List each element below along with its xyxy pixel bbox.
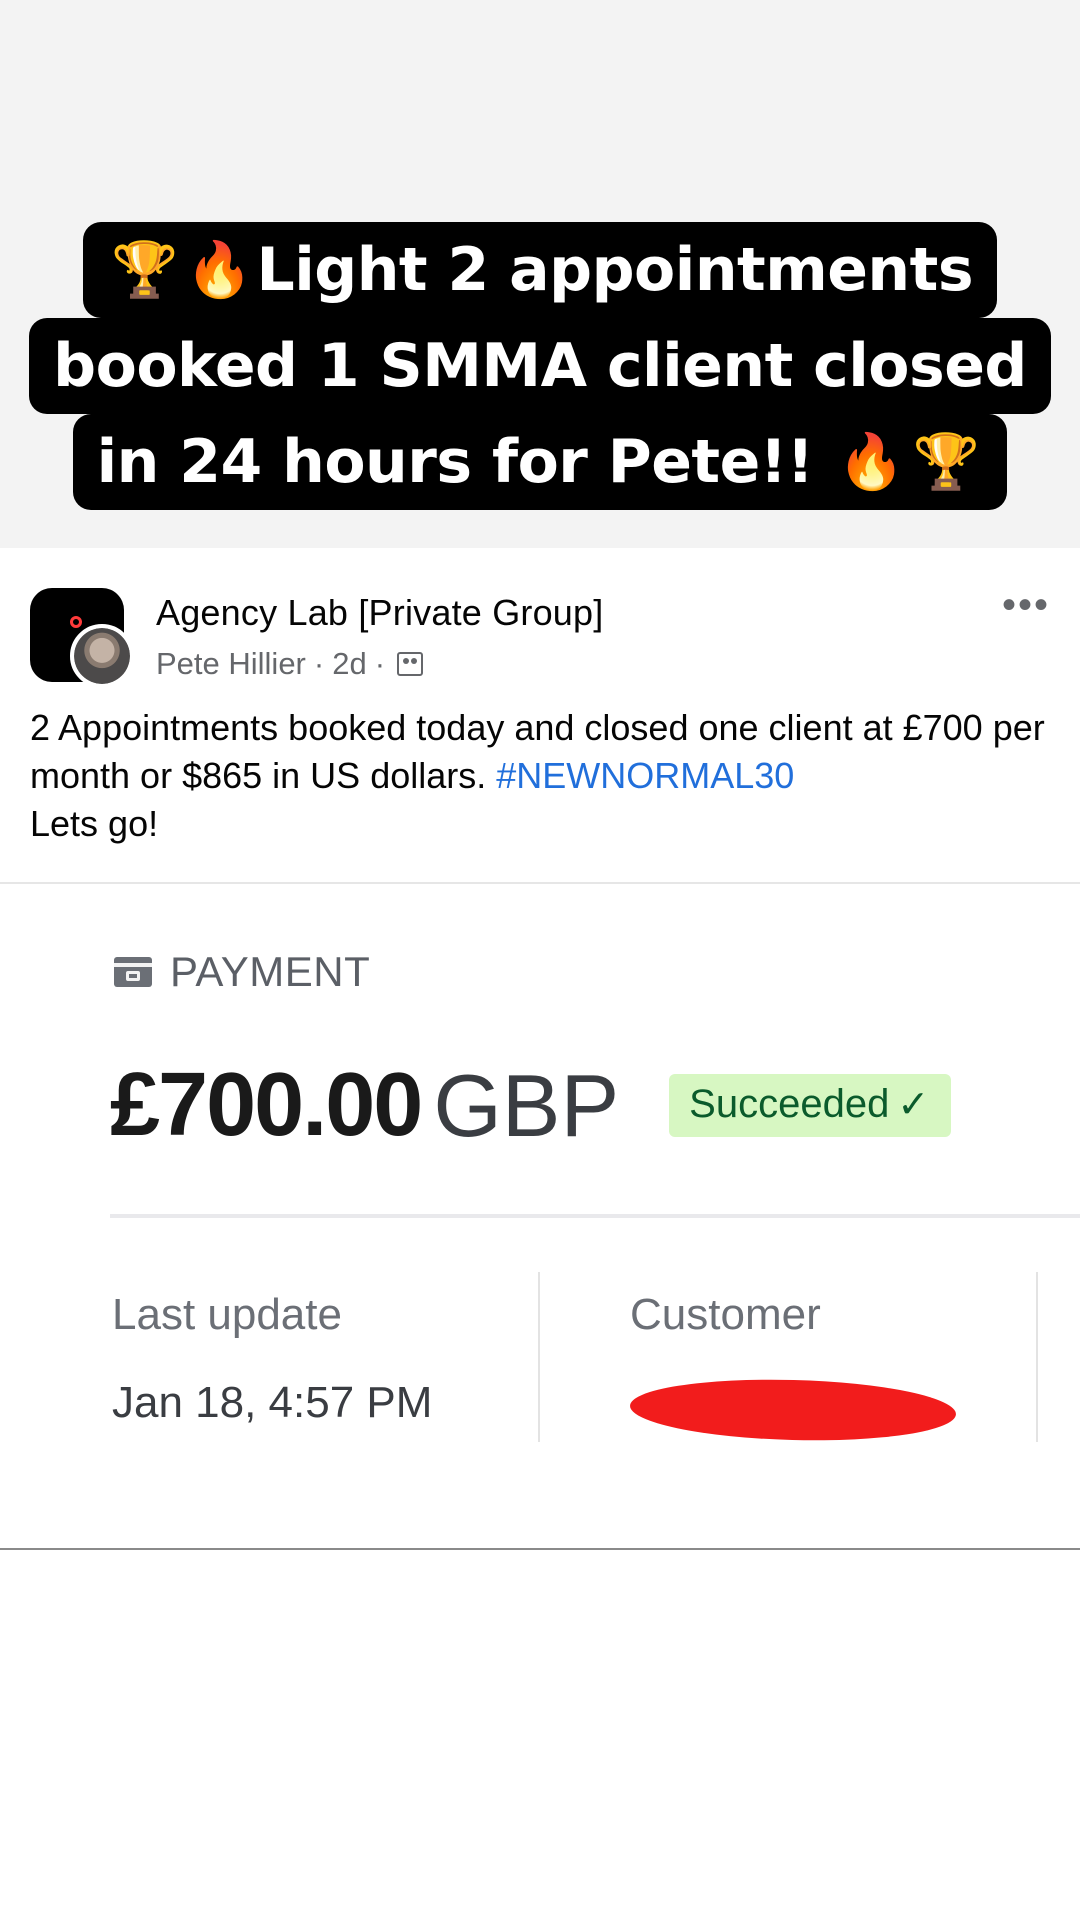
- more-options-button[interactable]: •••: [1002, 585, 1050, 625]
- fire-icon: 🔥: [185, 238, 253, 301]
- card-icon: [114, 957, 152, 987]
- caption-text-1: Light 2 appointments: [256, 235, 974, 305]
- caption-line-1: 🏆 🔥Light 2 appointments: [82, 222, 998, 318]
- customer-redaction: [629, 1375, 957, 1445]
- caption-text-3: in 24 hours for Pete!!: [96, 427, 814, 497]
- post-time[interactable]: 2d: [332, 646, 366, 682]
- payment-currency: GBP: [433, 1055, 620, 1155]
- author-name-link[interactable]: Pete Hillier: [156, 646, 306, 682]
- post-text-end: Lets go!: [30, 803, 159, 844]
- payment-divider: [110, 1214, 1080, 1218]
- customer-label: Customer: [630, 1290, 821, 1339]
- payment-amount-row: £700.00 GBP Succeeded ✓: [110, 1054, 952, 1157]
- author-photo: [74, 628, 130, 684]
- last-update-value: Jan 18, 4:57 PM: [112, 1378, 433, 1427]
- bottom-divider: [0, 1548, 1080, 1550]
- last-update-label: Last update: [112, 1290, 342, 1339]
- column-divider: [538, 1272, 540, 1442]
- post-meta: Pete Hillier · 2d ·: [156, 646, 424, 682]
- column-divider: [1036, 1272, 1038, 1442]
- hashtag-link[interactable]: #NEWNORMAL30: [496, 755, 794, 796]
- fire-icon: 🔥: [837, 430, 905, 493]
- status-text: Succeeded: [689, 1082, 890, 1126]
- headline-caption: 🏆 🔥Light 2 appointments booked 1 SMMA cli…: [0, 222, 1080, 510]
- post-header: Agency Lab [Private Group] Pete Hillier …: [30, 585, 1050, 688]
- status-badge: Succeeded ✓: [669, 1074, 952, 1137]
- meta-separator: ·: [374, 646, 386, 681]
- author-avatar[interactable]: [70, 624, 134, 688]
- post-divider: [0, 882, 1080, 884]
- post-body: 2 Appointments booked today and closed o…: [30, 704, 1060, 848]
- group-audience-icon: [397, 652, 424, 676]
- payment-section-label: PAYMENT: [114, 948, 370, 996]
- trophy-icon: 🏆: [912, 430, 980, 493]
- caption-line-3: in 24 hours for Pete!! 🔥 🏆: [72, 414, 1008, 510]
- payment-amount: £700.00: [110, 1055, 423, 1155]
- check-icon: ✓: [897, 1084, 930, 1126]
- group-logo-icon: [70, 616, 82, 628]
- group-name-link[interactable]: Agency Lab [Private Group]: [156, 592, 603, 634]
- caption-line-2: booked 1 SMMA client closed: [29, 318, 1051, 414]
- meta-separator: ·: [313, 646, 325, 681]
- payment-label-text: PAYMENT: [170, 948, 371, 995]
- trophy-icon: 🏆: [110, 238, 178, 301]
